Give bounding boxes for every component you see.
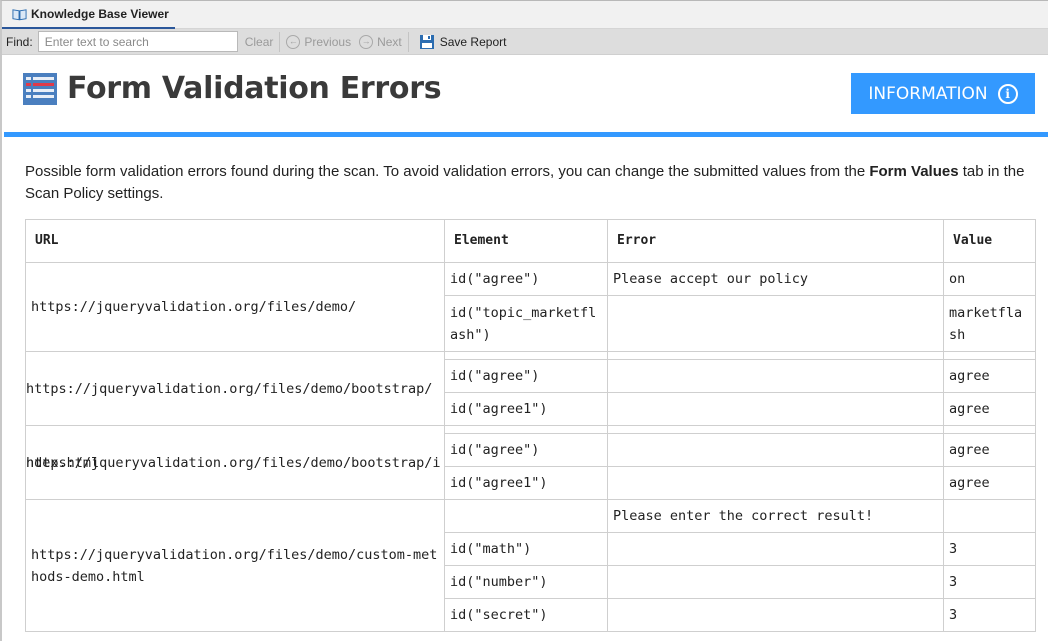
empty-cell: [444, 425, 608, 434]
error-cell: Please accept our policy: [607, 262, 944, 296]
tab-knowledge-base-viewer[interactable]: Knowledge Base Viewer: [2, 1, 175, 29]
arrow-left-circle-icon: ←: [286, 34, 301, 49]
element-cell: id("math"): [444, 532, 608, 566]
empty-cell: [607, 351, 944, 360]
element-cell: id("agree1"): [444, 466, 608, 500]
element-cell: id("topic_marketflash"): [444, 295, 608, 352]
value-cell: marketflash: [943, 295, 1036, 352]
error-cell: [607, 565, 944, 599]
information-label: INFORMATION: [868, 83, 988, 104]
page-header: Form Validation Errors INFORMATION i: [2, 55, 1048, 137]
column-header-element: Element: [444, 219, 608, 263]
clear-button[interactable]: Clear: [238, 31, 280, 53]
find-toolbar: Find: Clear ← Previous → Next Save Repor…: [2, 29, 1048, 55]
knowledge-base-window: Knowledge Base Viewer Find: Clear ← Prev…: [0, 0, 1048, 641]
column-header-value: Value: [943, 219, 1036, 263]
url-cell: https://jqueryvalidation.org/files/demo/…: [25, 425, 445, 500]
url-cell: https://jqueryvalidation.org/files/demo/: [25, 262, 445, 352]
column-header-url: URL: [25, 219, 445, 263]
error-cell: [607, 433, 944, 467]
find-label: Find:: [6, 34, 33, 49]
value-cell: agree: [943, 433, 1036, 467]
value-cell: 3: [943, 598, 1036, 632]
description-text: Possible form validation errors found du…: [25, 161, 1035, 205]
table-spacer-row: https://jqueryvalidation.org/files/demo/…: [25, 425, 1036, 500]
header-accent-bar: [4, 132, 1048, 137]
table-row: https://jqueryvalidation.org/files/demo/…: [25, 499, 1036, 632]
page-title: Form Validation Errors: [67, 71, 442, 106]
value-cell: 3: [943, 565, 1036, 599]
save-report-label: Save Report: [439, 34, 507, 49]
value-cell: [943, 499, 1036, 533]
url-cell: https://jqueryvalidation.org/files/demo/…: [25, 499, 445, 632]
empty-cell: [943, 425, 1036, 434]
element-cell: id("agree"): [444, 433, 608, 467]
error-cell: Please enter the correct result!: [607, 499, 944, 533]
form-values-emphasis: Form Values: [869, 163, 959, 180]
value-cell: on: [943, 262, 1036, 296]
error-cell: [607, 295, 944, 352]
information-button[interactable]: INFORMATION i: [851, 73, 1035, 114]
search-input[interactable]: [37, 31, 238, 52]
element-cell: [444, 499, 608, 533]
url-cell: https://jqueryvalidation.org/files/demo/…: [25, 351, 445, 426]
table-row: https://jqueryvalidation.org/files/demo/…: [25, 262, 1036, 352]
arrow-right-circle-icon: →: [359, 34, 374, 49]
element-cell: id("number"): [444, 565, 608, 599]
table-header-row: URL Element Error Value: [25, 219, 1036, 263]
next-label: Next: [377, 34, 402, 49]
value-cell: agree: [943, 359, 1036, 393]
description-text-before: Possible form validation errors found du…: [25, 163, 870, 180]
empty-cell: [444, 351, 608, 360]
value-cell: agree: [943, 466, 1036, 500]
save-report-button[interactable]: Save Report: [409, 31, 513, 53]
table-spacer-row: https://jqueryvalidation.org/files/demo/…: [25, 351, 1036, 426]
tab-bar: Knowledge Base Viewer: [2, 1, 1048, 29]
error-cell: [607, 598, 944, 632]
clear-label: Clear: [244, 34, 274, 49]
form-list-icon: [23, 73, 57, 105]
error-cell: [607, 392, 944, 426]
floppy-disk-icon: [419, 34, 434, 49]
validation-errors-table: URL Element Error Value https://jqueryva…: [25, 219, 1036, 632]
value-cell: 3: [943, 532, 1036, 566]
book-icon: [12, 8, 27, 20]
empty-cell: [607, 425, 944, 434]
empty-cell: [943, 351, 1036, 360]
error-cell: [607, 359, 944, 393]
column-header-error: Error: [607, 219, 944, 263]
previous-button[interactable]: ← Previous: [280, 31, 357, 53]
element-cell: id("agree1"): [444, 392, 608, 426]
info-circle-icon: i: [997, 83, 1018, 104]
element-cell: id("agree"): [444, 359, 608, 393]
tab-label: Knowledge Base Viewer: [31, 7, 169, 21]
error-cell: [607, 532, 944, 566]
error-cell: [607, 466, 944, 500]
table-body: https://jqueryvalidation.org/files/demo/…: [25, 262, 1036, 632]
element-cell: id("agree"): [444, 262, 608, 296]
element-cell: id("secret"): [444, 598, 608, 632]
next-button[interactable]: → Next: [357, 31, 408, 53]
value-cell: agree: [943, 392, 1036, 426]
previous-label: Previous: [304, 34, 352, 49]
